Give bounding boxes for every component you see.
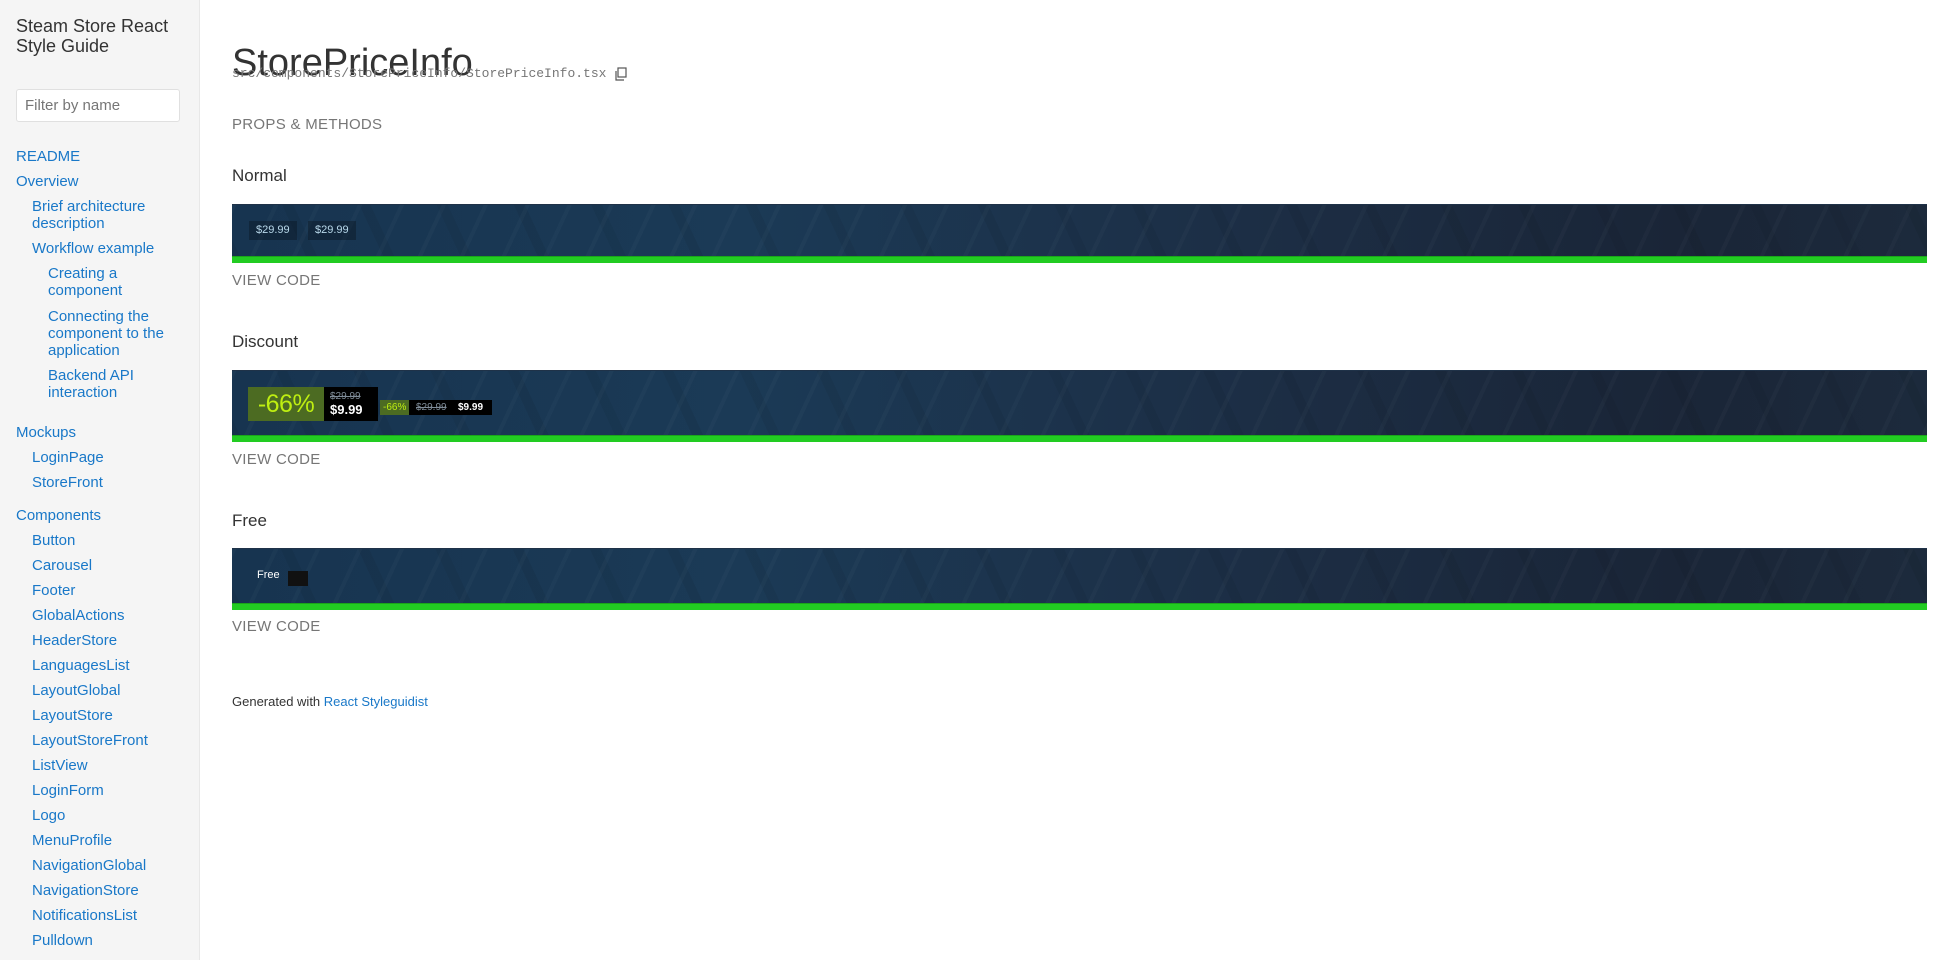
view-code-normal[interactable]: VIEW CODE <box>232 272 321 289</box>
nav-backend-api[interactable]: Backend API interaction <box>48 367 158 401</box>
small-discount-badge: -66% <box>380 400 410 415</box>
small-final-price: $9.99 <box>458 402 484 413</box>
nav-notifications-list[interactable]: NotificationsList <box>32 907 137 924</box>
main-content: StorePriceInfo src/components/StorePrice… <box>232 0 1932 960</box>
nav-header-store[interactable]: HeaderStore <box>32 632 117 649</box>
big-discount-badge: -66% <box>248 387 324 421</box>
view-code-free[interactable]: VIEW CODE <box>232 618 321 635</box>
nav-mockups[interactable]: Mockups <box>16 424 76 441</box>
copy-icon[interactable] <box>614 67 628 81</box>
nav-store-front[interactable]: StoreFront <box>32 474 103 491</box>
nav-footer[interactable]: Footer <box>32 582 75 599</box>
nav-layout-store[interactable]: LayoutStore <box>32 707 113 724</box>
nav-brief-architecture[interactable]: Brief architecture description <box>32 198 172 232</box>
big-discount-prices: $29.99 $9.99 <box>324 387 378 421</box>
big-final-price: $9.99 <box>330 402 363 417</box>
props-methods-toggle[interactable]: PROPS & METHODS <box>232 116 382 133</box>
preview-discount: -66% $29.99 $9.99 -66% $29.99 $9.99 <box>232 370 1927 442</box>
price-normal-b: $29.99 <box>308 221 356 240</box>
big-original-price: $29.99 <box>330 391 361 402</box>
nav-button[interactable]: Button <box>32 532 75 549</box>
nav-navigation-global[interactable]: NavigationGlobal <box>32 857 146 874</box>
price-normal-a: $29.99 <box>249 221 297 240</box>
nav-global-actions[interactable]: GlobalActions <box>32 607 125 624</box>
preview-free: Free <box>232 548 1927 610</box>
style-guide-title[interactable]: Steam Store React Style Guide <box>16 16 191 56</box>
small-discount-block: -66% $29.99 $9.99 <box>380 400 492 415</box>
nav-readme[interactable]: README <box>16 148 80 165</box>
nav-pulldown[interactable]: Pulldown <box>32 932 93 949</box>
free-price-label: Free <box>257 569 280 581</box>
filter-input[interactable] <box>16 89 180 122</box>
nav-languages-list[interactable]: LanguagesList <box>32 657 130 674</box>
small-original-price: $29.99 <box>416 402 447 413</box>
nav-overview[interactable]: Overview <box>16 173 79 190</box>
footer-text: Generated with <box>232 694 321 709</box>
nav-list-view[interactable]: ListView <box>32 757 88 774</box>
styleguidist-link[interactable]: React Styleguidist <box>324 694 428 709</box>
footer: Generated with React Styleguidist <box>232 694 428 709</box>
example-title-free: Free <box>232 511 267 530</box>
sidebar: Steam Store React Style Guide README Ove… <box>0 0 200 960</box>
example-title-normal: Normal <box>232 166 287 185</box>
nav-navigation-store[interactable]: NavigationStore <box>32 882 139 899</box>
nav-menu-profile[interactable]: MenuProfile <box>32 832 112 849</box>
nav-components[interactable]: Components <box>16 507 101 524</box>
nav-creating-component[interactable]: Creating a component <box>48 265 148 299</box>
nav-login-form[interactable]: LoginForm <box>32 782 104 799</box>
nav-carousel[interactable]: Carousel <box>32 557 92 574</box>
preview-normal: $29.99 $29.99 <box>232 204 1927 263</box>
nav-layout-global[interactable]: LayoutGlobal <box>32 682 120 699</box>
free-price-box <box>288 571 308 586</box>
nav-layout-store-front[interactable]: LayoutStoreFront <box>32 732 148 749</box>
example-title-discount: Discount <box>232 332 299 351</box>
nav-connecting-component[interactable]: Connecting the component to the applicat… <box>48 308 178 359</box>
view-code-discount[interactable]: VIEW CODE <box>232 451 321 468</box>
file-path: src/components/StorePriceInfo/StorePrice… <box>232 66 607 81</box>
nav-login-page[interactable]: LoginPage <box>32 449 104 466</box>
nav-logo[interactable]: Logo <box>32 807 65 824</box>
nav-workflow-example[interactable]: Workflow example <box>32 240 154 257</box>
